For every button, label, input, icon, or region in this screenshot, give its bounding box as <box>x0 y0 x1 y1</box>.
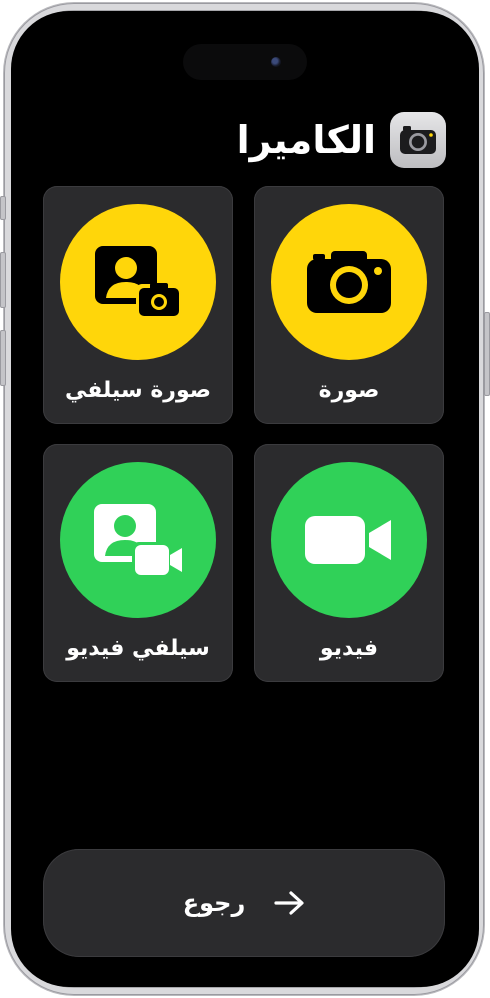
volume-down-button <box>0 330 6 386</box>
side-button <box>484 312 490 396</box>
arrow-right-icon <box>274 891 304 915</box>
selfie-photo-circle <box>60 204 216 360</box>
back-button[interactable]: رجوع <box>43 849 445 957</box>
selfie-video-tile[interactable]: سيلفي فيديو <box>43 444 233 682</box>
camera-icon <box>400 126 436 154</box>
selfie-photo-icon <box>95 246 182 318</box>
screen: الكاميرا صورة صورة سيلفي فيديو سيلفي فيد… <box>11 11 479 987</box>
selfie-video-label: سيلفي فيديو <box>66 636 210 661</box>
back-label: رجوع <box>182 889 246 917</box>
camera-app-icon <box>390 112 446 168</box>
video-label: فيديو <box>319 636 379 661</box>
front-camera-lens <box>271 57 281 67</box>
camera-icon <box>307 251 391 313</box>
selfie-video-circle <box>60 462 216 618</box>
photo-tile[interactable]: صورة <box>254 186 444 424</box>
selfie-video-icon <box>94 504 182 578</box>
volume-up-button <box>0 252 6 308</box>
selfie-photo-label: صورة سيلفي <box>64 378 212 403</box>
app-header: الكاميرا <box>11 108 479 172</box>
video-circle <box>271 462 427 618</box>
selfie-photo-tile[interactable]: صورة سيلفي <box>43 186 233 424</box>
photo-circle <box>271 204 427 360</box>
video-camera-icon <box>305 516 391 564</box>
action-button <box>0 196 6 220</box>
video-tile[interactable]: فيديو <box>254 444 444 682</box>
page-title: الكاميرا <box>236 118 376 162</box>
photo-label: صورة <box>318 378 380 403</box>
dynamic-island <box>183 44 307 80</box>
